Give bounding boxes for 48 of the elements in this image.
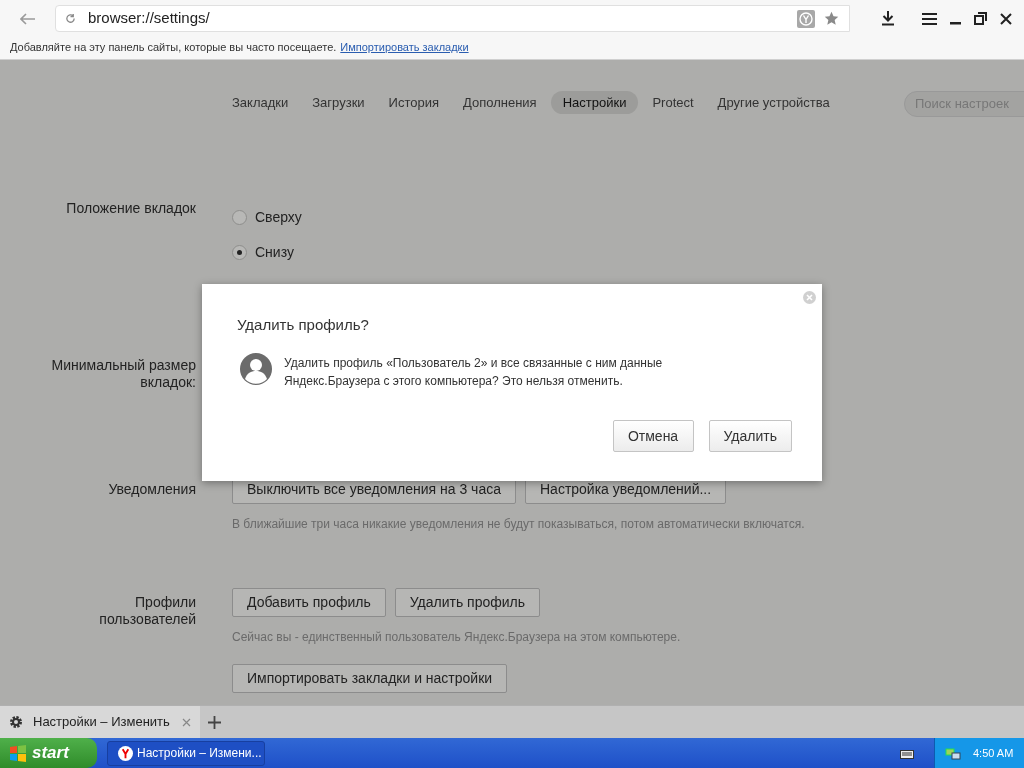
radio-button[interactable] xyxy=(232,209,247,225)
restore-icon[interactable] xyxy=(974,12,987,25)
bookmarks-hint: Добавляйте на эту панель сайты, которые вы часто посещаете. xyxy=(10,39,337,55)
dialog-button[interactable]: Удалить xyxy=(708,420,792,452)
nav-tab[interactable]: Protect xyxy=(642,91,704,114)
browser-tab[interactable]: Настройки – Изменить xyxy=(0,706,200,738)
network-icon[interactable] xyxy=(945,746,961,760)
clock: 4:50 AM xyxy=(973,745,1014,761)
avatar-icon xyxy=(240,353,272,385)
radio-label: Снизу xyxy=(255,242,294,262)
setting-label: Положение вкладок xyxy=(66,200,196,217)
dialog-button[interactable]: Отмена xyxy=(612,420,694,452)
star-icon[interactable] xyxy=(824,11,839,26)
gear-icon xyxy=(9,715,23,729)
dialog-title: Удалить профиль? xyxy=(237,315,369,335)
nav-tab[interactable]: Закладки xyxy=(222,91,299,114)
setting-label: Минимальный размер вкладок: xyxy=(50,357,196,391)
dialog-message: Удалить профиль «Пользователь 2» и все связанные с ним данные Яндекс.Браузера с этого компьютера? Это нельзя отменить. xyxy=(284,355,664,390)
menu-icon[interactable] xyxy=(922,12,937,25)
start-label: start xyxy=(32,742,69,765)
setting-button[interactable]: Добавить профиль xyxy=(232,588,386,617)
nav-tab[interactable]: Другие устройства xyxy=(707,91,840,114)
browser-icon xyxy=(118,745,133,761)
close-icon[interactable] xyxy=(1000,12,1012,25)
hint-text: В ближайшие три часа никакие уведомления не будут показываться, потом автоматически включатся. xyxy=(232,516,805,533)
radio-label: Сверху xyxy=(255,207,302,227)
reload-icon[interactable] xyxy=(65,13,76,24)
hint-text: Сейчас вы - единственный пользователь Яндекс.Браузера на этом компьютере. xyxy=(232,629,681,646)
address-bar[interactable]: browser://settings/ xyxy=(55,5,850,32)
setting-label: Уведомления xyxy=(108,481,196,498)
setting-button[interactable]: Удалить профиль xyxy=(394,588,540,617)
new-tab-icon[interactable] xyxy=(208,715,221,729)
download-icon[interactable] xyxy=(881,11,895,26)
setting-label: Профили пользователей xyxy=(98,594,196,628)
keyboard-icon[interactable] xyxy=(900,747,914,759)
nav-tab[interactable]: Дополнения xyxy=(453,91,547,114)
minimize-icon[interactable] xyxy=(950,22,961,25)
url-text[interactable]: browser://settings/ xyxy=(88,7,210,30)
nav-tab[interactable]: Загрузки xyxy=(302,91,375,114)
taskbar-button[interactable]: Настройки – Измени... xyxy=(107,740,265,766)
import-button[interactable]: Импортировать закладки и настройки xyxy=(232,664,508,693)
back-icon[interactable] xyxy=(20,12,36,25)
nav-tab[interactable]: Настройки xyxy=(550,91,639,114)
import-bookmarks-link[interactable]: Импортировать закладки xyxy=(340,38,469,56)
windows-logo-icon xyxy=(9,744,27,762)
radio-button[interactable] xyxy=(232,244,247,260)
tab-title: Настройки – Изменить xyxy=(33,713,170,732)
nav-tab[interactable]: История xyxy=(378,91,449,114)
